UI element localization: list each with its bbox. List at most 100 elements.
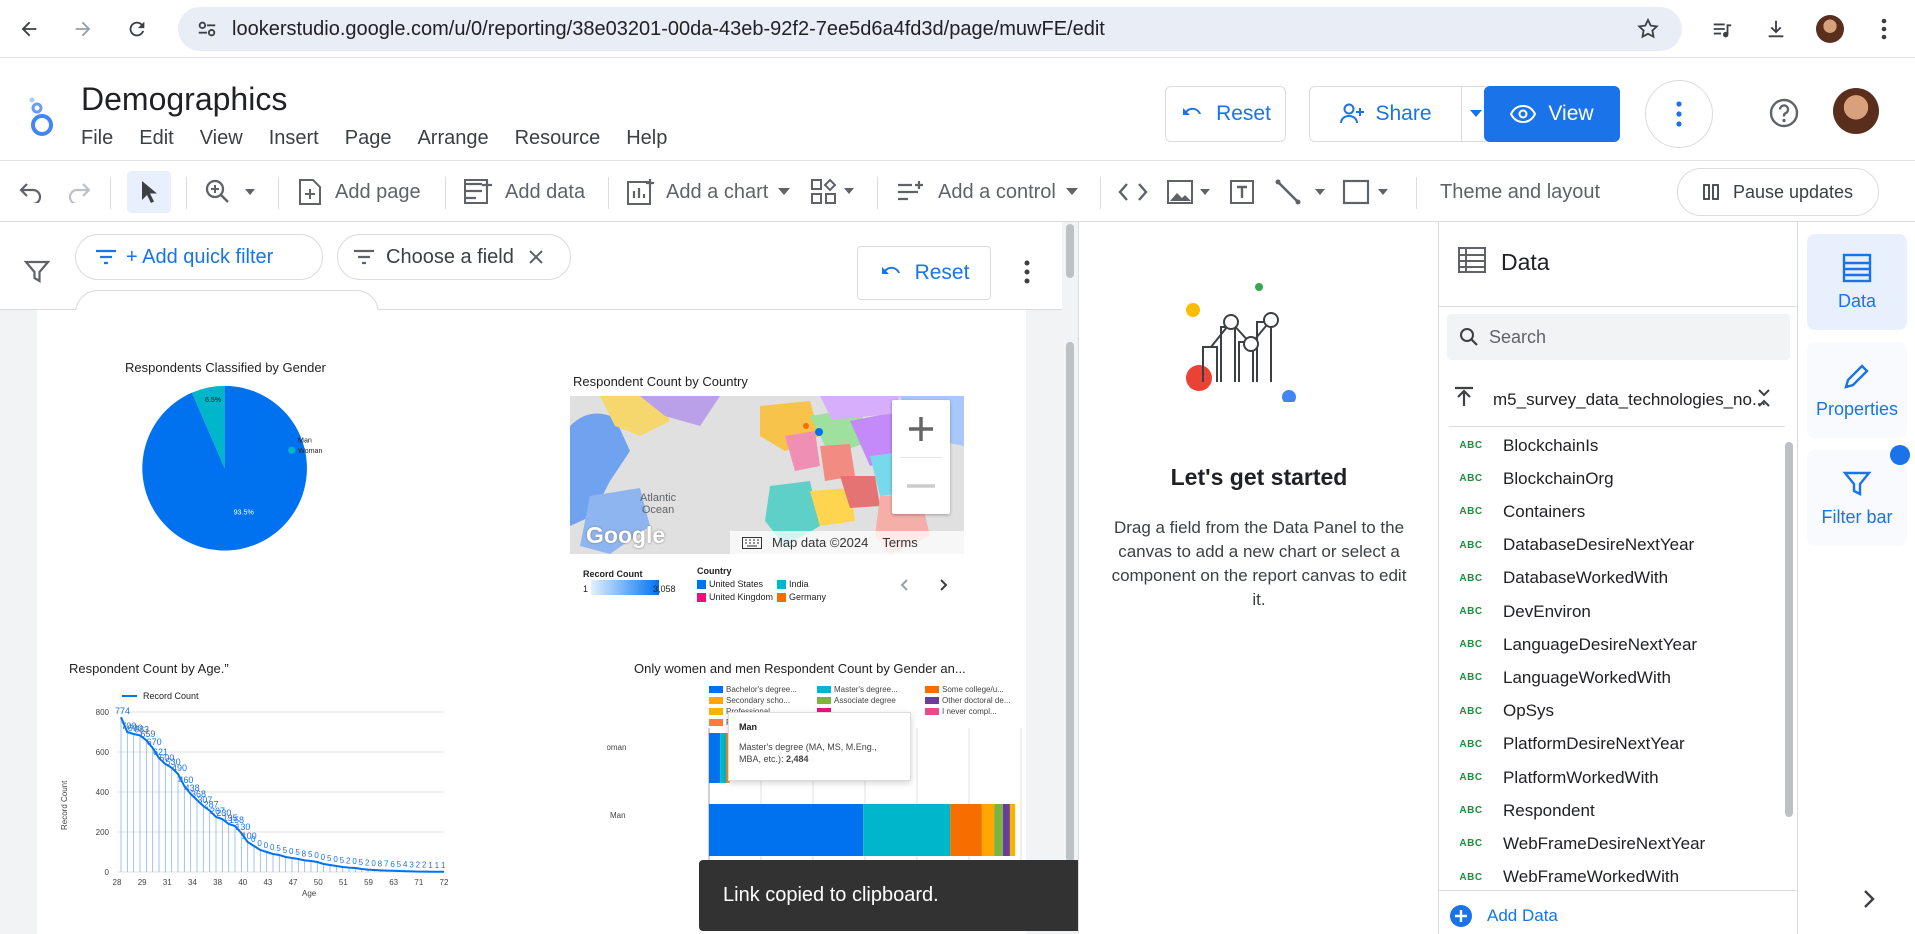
field-item[interactable]: ABC DevEnviron	[1439, 595, 1779, 628]
field-item[interactable]: ABC OpSys	[1439, 695, 1779, 728]
edu-category-man: Man	[610, 811, 626, 820]
bar-segment[interactable]	[720, 733, 727, 783]
menu-view[interactable]: View	[200, 127, 243, 150]
add-control-button[interactable]: Add a control	[896, 161, 1078, 223]
add-quick-filter-button[interactable]: + Add quick filter	[75, 234, 323, 280]
pause-updates-button[interactable]: Pause updates	[1677, 168, 1879, 216]
browser-avatar[interactable]	[1813, 12, 1847, 46]
x-tick-label: 47	[289, 878, 298, 887]
forward-icon[interactable]	[66, 12, 100, 46]
age-line-chart[interactable]: Record Count Record Count Age 0200400600…	[57, 680, 497, 900]
legend-swatch	[817, 686, 831, 693]
report-title[interactable]: Demographics	[81, 81, 287, 118]
data-search-input[interactable]: Search	[1447, 314, 1790, 360]
bar-segment[interactable]	[709, 804, 864, 856]
legend-prev-icon[interactable]	[899, 578, 909, 597]
bar-segment[interactable]	[981, 804, 995, 856]
field-list-scrollbar[interactable]	[1785, 422, 1793, 892]
x-tick-label: 71	[414, 878, 423, 887]
rail-data-button[interactable]: Data	[1807, 234, 1907, 330]
field-item[interactable]: ABC LanguageWorkedWith	[1439, 661, 1779, 694]
add-data-button[interactable]: Add data	[463, 161, 585, 223]
menu-resource[interactable]: Resource	[515, 127, 601, 150]
embed-code-icon[interactable]	[1118, 161, 1148, 223]
pie-label-man: 93.5%	[234, 509, 255, 517]
back-icon[interactable]	[12, 12, 46, 46]
more-options-button[interactable]	[1645, 80, 1713, 148]
field-item[interactable]: ABC Containers	[1439, 495, 1779, 528]
site-settings-icon[interactable]	[196, 18, 218, 45]
canvas-scrollbar[interactable]	[1066, 222, 1074, 934]
filter-reset-button[interactable]: Reset	[857, 246, 991, 300]
image-icon[interactable]	[1166, 161, 1212, 223]
field-item[interactable]: ABC BlockchainOrg	[1439, 462, 1779, 495]
close-icon[interactable]	[528, 249, 544, 265]
browser-menu-icon[interactable]	[1867, 12, 1901, 46]
collapse-icon[interactable]	[1757, 388, 1771, 413]
data-label: 0	[289, 847, 294, 856]
add-chart-button[interactable]: Add a chart	[626, 161, 791, 223]
country-geo-map[interactable]: Atlantic Ocean Google Map data ©2024 Ter…	[570, 396, 964, 554]
choose-field-chip[interactable]: Choose a field	[337, 234, 571, 280]
field-item[interactable]: ABC BlockchainIs	[1439, 429, 1779, 462]
share-button[interactable]: Share	[1309, 86, 1462, 142]
field-item[interactable]: ABC PlatformDesireNextYear	[1439, 728, 1779, 761]
user-avatar[interactable]	[1833, 88, 1879, 134]
field-item[interactable]: ABC PlatformWorkedWith	[1439, 761, 1779, 794]
field-item[interactable]: ABC DatabaseWorkedWith	[1439, 562, 1779, 595]
bar-segment[interactable]	[863, 804, 951, 856]
gender-pie-chart[interactable]: 6.5% 93.5% Man Woman	[127, 385, 367, 555]
looker-studio-logo[interactable]	[26, 97, 58, 142]
data-source-name[interactable]: m5_survey_data_technologies_no...	[1493, 390, 1766, 410]
add-component-icon[interactable]	[810, 161, 860, 223]
bar-segment[interactable]	[950, 804, 982, 856]
reset-button[interactable]: Reset	[1165, 86, 1286, 142]
undo-icon[interactable]	[18, 161, 44, 223]
reload-icon[interactable]	[120, 12, 154, 46]
bar-segment[interactable]	[709, 733, 721, 783]
select-cursor-icon[interactable]	[127, 171, 171, 213]
shape-icon[interactable]	[1342, 161, 1394, 223]
data-label: 6	[390, 860, 395, 869]
text-box-icon[interactable]	[1228, 161, 1256, 223]
bookmark-star-icon[interactable]	[1636, 17, 1660, 46]
pie-slice-man[interactable]	[142, 385, 307, 551]
theme-and-layout-button[interactable]: Theme and layout	[1440, 161, 1600, 223]
zoom-in-icon[interactable]	[892, 400, 950, 457]
rail-filter-bar-button[interactable]: Filter bar	[1807, 450, 1907, 546]
menu-page[interactable]: Page	[345, 127, 392, 150]
download-icon[interactable]	[1759, 12, 1793, 46]
address-bar[interactable]: lookerstudio.google.com/u/0/reporting/38…	[178, 7, 1682, 51]
menu-arrange[interactable]: Arrange	[417, 127, 488, 150]
keyboard-icon[interactable]	[742, 536, 762, 549]
redo-icon[interactable]	[66, 161, 92, 223]
menu-insert[interactable]: Insert	[269, 127, 319, 150]
add-page-button[interactable]: Add page	[297, 161, 421, 223]
zoom-out-icon[interactable]	[892, 457, 950, 514]
field-item[interactable]: ABC Respondent	[1439, 794, 1779, 827]
add-data-link[interactable]: Add Data	[1449, 904, 1558, 928]
rail-properties-button[interactable]: Properties	[1807, 342, 1907, 438]
field-item[interactable]: ABC WebFrameWorkedWith	[1439, 861, 1779, 894]
help-icon[interactable]	[1768, 97, 1800, 134]
eye-icon	[1510, 105, 1537, 123]
field-item[interactable]: ABC DatabaseDesireNextYear	[1439, 529, 1779, 562]
view-button[interactable]: View	[1484, 86, 1620, 142]
expand-rail-icon[interactable]	[1862, 888, 1876, 915]
bar-segment[interactable]	[1009, 804, 1016, 856]
menu-help[interactable]: Help	[626, 127, 667, 150]
filterbar-more-icon[interactable]	[1024, 260, 1030, 289]
report-page[interactable]: Respondents Classified by Gender 6.5% 93…	[37, 310, 1026, 934]
map-terms-link[interactable]: Terms	[882, 535, 917, 550]
zoom-icon[interactable]	[205, 161, 255, 223]
line-icon[interactable]	[1275, 161, 1329, 223]
menu-file[interactable]: File	[81, 127, 113, 150]
menu-edit[interactable]: Edit	[139, 127, 173, 150]
map-attribution: Map data ©2024 Terms	[730, 531, 964, 554]
bar-segment[interactable]	[994, 804, 1003, 856]
field-item[interactable]: ABC LanguageDesireNextYear	[1439, 628, 1779, 661]
media-control-icon[interactable]	[1705, 12, 1739, 46]
bar-segment[interactable]	[1002, 804, 1010, 856]
legend-next-icon[interactable]	[939, 578, 949, 597]
field-item[interactable]: ABC WebFrameDesireNextYear	[1439, 827, 1779, 860]
